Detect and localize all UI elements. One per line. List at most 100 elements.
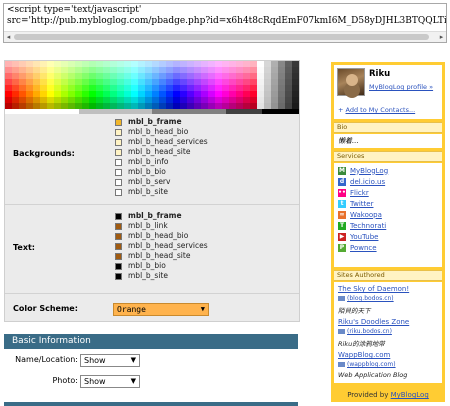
palette-cell[interactable] xyxy=(173,73,181,80)
palette-cell[interactable] xyxy=(152,61,160,68)
palette-cell[interactable] xyxy=(40,61,48,68)
palette-cell[interactable] xyxy=(222,85,230,92)
palette-cell[interactable] xyxy=(89,85,97,92)
palette-cell[interactable] xyxy=(215,79,223,86)
palette-cell[interactable] xyxy=(89,67,97,74)
palette-cell[interactable] xyxy=(145,91,153,98)
palette-cell[interactable] xyxy=(82,97,90,104)
palette-cell[interactable] xyxy=(278,67,286,74)
palette-cell[interactable] xyxy=(5,91,13,98)
palette-cell[interactable] xyxy=(68,61,76,68)
palette-cell[interactable] xyxy=(264,79,272,86)
palette-cell[interactable] xyxy=(117,91,125,98)
palette-cell[interactable] xyxy=(19,91,27,98)
palette-cell[interactable] xyxy=(285,61,293,68)
palette-cell[interactable] xyxy=(12,73,20,80)
palette-cell[interactable] xyxy=(264,61,272,68)
palette-cell[interactable] xyxy=(26,85,34,92)
palette-cell[interactable] xyxy=(152,73,160,80)
palette-cell[interactable] xyxy=(68,67,76,74)
palette-cell[interactable] xyxy=(222,73,230,80)
palette-cell[interactable] xyxy=(131,61,139,68)
palette-cell[interactable] xyxy=(82,91,90,98)
palette-cell[interactable] xyxy=(257,73,265,80)
palette-cell[interactable] xyxy=(5,73,13,80)
palette-cell[interactable] xyxy=(40,67,48,74)
palette-cell[interactable] xyxy=(166,79,174,86)
palette-cell[interactable] xyxy=(68,73,76,80)
palette-cell[interactable] xyxy=(68,91,76,98)
color-swatch[interactable] xyxy=(115,252,122,260)
palette-cell[interactable] xyxy=(173,67,181,74)
palette-cell[interactable] xyxy=(243,91,251,98)
palette-cell[interactable] xyxy=(117,85,125,92)
color-swatch[interactable] xyxy=(115,232,122,240)
palette-cell[interactable] xyxy=(96,73,104,80)
palette-cell[interactable] xyxy=(82,79,90,86)
palette-cell[interactable] xyxy=(208,85,216,92)
background-option[interactable]: mbl_b_info xyxy=(115,157,208,167)
palette-cell[interactable] xyxy=(124,85,132,92)
palette-cell[interactable] xyxy=(257,79,265,86)
palette-cell[interactable] xyxy=(61,91,69,98)
palette-cell[interactable] xyxy=(180,91,188,98)
palette-cell[interactable] xyxy=(110,61,118,68)
palette-cell[interactable] xyxy=(47,85,55,92)
palette-cell[interactable] xyxy=(278,73,286,80)
palette-cell[interactable] xyxy=(19,79,27,86)
palette-cell[interactable] xyxy=(292,67,299,74)
palette-cell[interactable] xyxy=(138,85,146,92)
palette-cell[interactable] xyxy=(236,85,244,92)
palette-cell[interactable] xyxy=(215,67,223,74)
palette-cell[interactable] xyxy=(75,85,83,92)
text-option[interactable]: mbl_b_head_services xyxy=(115,241,208,251)
palette-cell[interactable] xyxy=(124,91,132,98)
palette-cell[interactable] xyxy=(131,73,139,80)
palette-cell[interactable] xyxy=(278,85,286,92)
color-swatch[interactable] xyxy=(115,118,122,126)
palette-cell[interactable] xyxy=(12,85,20,92)
palette-cell[interactable] xyxy=(243,85,251,92)
color-swatch[interactable] xyxy=(115,222,122,230)
palette-cell[interactable] xyxy=(229,79,237,86)
palette-cell[interactable] xyxy=(250,67,258,74)
palette-cell[interactable] xyxy=(208,79,216,86)
palette-cell[interactable] xyxy=(19,85,27,92)
palette-cell[interactable] xyxy=(222,97,230,104)
color-swatch[interactable] xyxy=(115,178,122,186)
palette-cell[interactable] xyxy=(89,61,97,68)
palette-cell[interactable] xyxy=(264,97,272,104)
palette-cell[interactable] xyxy=(12,67,20,74)
palette-cell[interactable] xyxy=(96,97,104,104)
palette-cell[interactable] xyxy=(110,79,118,86)
palette-cell[interactable] xyxy=(96,91,104,98)
palette-cell[interactable] xyxy=(285,67,293,74)
palette-cell[interactable] xyxy=(145,61,153,68)
color-swatch[interactable] xyxy=(115,158,122,166)
palette-cell[interactable] xyxy=(215,97,223,104)
palette-cell[interactable] xyxy=(208,97,216,104)
profile-link[interactable]: MyBlogLog profile » xyxy=(369,83,433,91)
palette-cell[interactable] xyxy=(285,91,293,98)
palette-cell[interactable] xyxy=(152,85,160,92)
palette-cell[interactable] xyxy=(131,79,139,86)
palette-cell[interactable] xyxy=(40,79,48,86)
palette-cell[interactable] xyxy=(19,67,27,74)
palette-cell[interactable] xyxy=(33,85,41,92)
palette-cell[interactable] xyxy=(243,61,251,68)
palette-cell[interactable] xyxy=(5,61,13,68)
palette-cell[interactable] xyxy=(166,91,174,98)
palette-cell[interactable] xyxy=(40,85,48,92)
palette-cell[interactable] xyxy=(187,91,195,98)
palette-cell[interactable] xyxy=(68,79,76,86)
palette-cell[interactable] xyxy=(257,67,265,74)
palette-cell[interactable] xyxy=(75,73,83,80)
palette-cell[interactable] xyxy=(194,97,202,104)
horizontal-scrollbar[interactable]: ◂ ▸ xyxy=(4,31,446,42)
background-option[interactable]: mbl_b_site xyxy=(115,187,208,197)
palette-cell[interactable] xyxy=(68,85,76,92)
background-option[interactable]: mbl_b_serv xyxy=(115,177,208,187)
palette-cell[interactable] xyxy=(159,61,167,68)
palette-cell[interactable] xyxy=(26,91,34,98)
palette-cell[interactable] xyxy=(124,79,132,86)
